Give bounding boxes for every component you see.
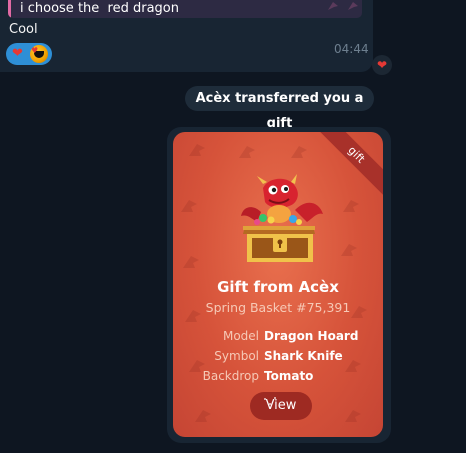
reactor-avatar: ♥ (30, 45, 48, 63)
gift-message-bubble[interactable]: gift Gift from Acèx Spring Basket #75,39… (167, 127, 391, 443)
gift-subtitle: Spring Basket #75,391 (205, 300, 351, 315)
attribute-key: Symbol (214, 349, 259, 363)
service-message: Acèx transferred you a gift (185, 86, 374, 131)
heart-reaction-icon: ❤ (12, 46, 23, 61)
shark-knife-icon (341, 244, 357, 256)
shark-knife-icon (189, 144, 205, 156)
reply-pattern-icon (348, 2, 358, 10)
attribute-value: Shark Knife (264, 349, 343, 363)
message-time: 04:44 (334, 42, 369, 56)
message-text: Cool (9, 22, 38, 37)
attribute-row-backdrop: Backdrop Tomato (173, 369, 383, 387)
attribute-row-model: Model Dragon Hoard (173, 329, 383, 347)
gift-card[interactable]: gift Gift from Acèx Spring Basket #75,39… (173, 132, 383, 437)
shark-knife-icon (343, 200, 359, 212)
attribute-value: Dragon Hoard (264, 329, 359, 343)
reply-pattern-icon (328, 2, 338, 10)
attribute-key: Backdrop (202, 369, 259, 383)
attribute-key: Model (222, 329, 259, 343)
view-button-label: View (265, 398, 297, 413)
shark-knife-icon (181, 200, 197, 212)
gift-title: Gift from Acèx (217, 278, 339, 296)
attribute-value: Tomato (264, 369, 314, 383)
shark-knife-icon (195, 410, 211, 422)
reply-preview[interactable]: i choose the red dragon (8, 0, 362, 18)
reaction-badge[interactable]: ❤ ♥ (6, 43, 52, 65)
chat-window: i choose the red dragon Cool ❤ ♥ 04:44 ❤… (0, 0, 466, 453)
incoming-message-bubble[interactable]: i choose the red dragon Cool ❤ ♥ 04:44 (0, 0, 373, 72)
shark-knife-icon (345, 410, 361, 422)
shark-knife-icon (183, 256, 199, 268)
shark-knife-icon (291, 146, 307, 158)
reply-preview-text: i choose the red dragon (20, 1, 179, 16)
shark-knife-icon (239, 146, 255, 158)
view-gift-button[interactable]: View (250, 392, 312, 420)
heart-reaction-icon[interactable]: ❤ (372, 55, 392, 75)
dragon-hoard-illustration (241, 174, 323, 262)
attribute-row-symbol: Symbol Shark Knife (173, 349, 383, 367)
